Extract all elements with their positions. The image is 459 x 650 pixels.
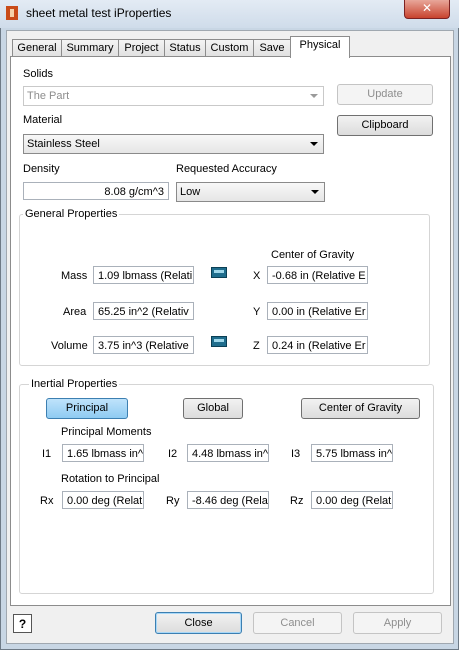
density-label: Density <box>23 163 60 175</box>
accuracy-label: Requested Accuracy <box>176 163 277 175</box>
z-field[interactable]: 0.24 in (Relative Er <box>267 336 368 354</box>
mass-label: Mass <box>61 270 88 282</box>
i1-field[interactable]: 1.65 lbmass in^ <box>62 444 144 462</box>
tab-general[interactable]: General <box>12 39 62 57</box>
principal-button[interactable]: Principal <box>46 398 128 419</box>
tab-custom[interactable]: Custom <box>205 39 254 57</box>
physical-tab-panel: Solids The Part Update Material Stainles… <box>10 56 451 606</box>
global-button[interactable]: Global <box>183 398 243 419</box>
i2-field[interactable]: 4.48 lbmass in^ <box>187 444 269 462</box>
ry-label: Ry <box>166 495 180 507</box>
z-label: Z <box>253 340 260 352</box>
area-label: Area <box>63 306 87 318</box>
chevron-down-icon <box>311 190 319 194</box>
principal-moments-title: Principal Moments <box>61 426 152 438</box>
mass-field[interactable]: 1.09 lbmass (Relati <box>93 266 194 284</box>
material-combo[interactable]: Stainless Steel <box>23 134 324 154</box>
inventor-app-icon <box>6 6 18 20</box>
rx-field[interactable]: 0.00 deg (Relat <box>62 491 144 509</box>
chevron-down-icon <box>310 142 318 146</box>
i1-label: I1 <box>42 448 52 460</box>
tab-physical[interactable]: Physical <box>290 36 350 58</box>
tab-save[interactable]: Save <box>253 39 291 57</box>
update-button[interactable]: Update <box>337 84 433 105</box>
calculator-icon[interactable] <box>211 267 227 278</box>
general-properties-title: General Properties <box>23 208 120 220</box>
dialog-client: General Summary Project Status Custom Sa… <box>6 30 454 644</box>
i3-label: I3 <box>291 448 301 460</box>
clipboard-button[interactable]: Clipboard <box>337 115 433 136</box>
tab-status[interactable]: Status <box>164 39 206 57</box>
window-close-button[interactable]: ✕ <box>404 0 450 19</box>
volume-label: Volume <box>51 340 88 352</box>
rz-field[interactable]: 0.00 deg (Relat <box>311 491 393 509</box>
solids-value: The Part <box>27 90 70 102</box>
solids-label: Solids <box>23 68 53 80</box>
material-value: Stainless Steel <box>27 138 100 150</box>
x-field[interactable]: -0.68 in (Relative E <box>267 266 368 284</box>
area-field[interactable]: 65.25 in^2 (Relativ <box>93 302 194 320</box>
tab-summary[interactable]: Summary <box>61 39 119 57</box>
center-of-gravity-button[interactable]: Center of Gravity <box>301 398 420 419</box>
y-field[interactable]: 0.00 in (Relative Er <box>267 302 368 320</box>
help-icon[interactable]: ? <box>13 614 32 633</box>
solids-combo[interactable]: The Part <box>23 86 324 106</box>
i2-label: I2 <box>168 448 178 460</box>
tab-project[interactable]: Project <box>118 39 165 57</box>
window-title: sheet metal test iProperties <box>26 6 172 20</box>
material-label: Material <box>23 114 63 126</box>
close-button[interactable]: Close <box>155 612 242 634</box>
y-label: Y <box>253 306 261 318</box>
x-label: X <box>253 270 261 282</box>
rotation-to-principal-title: Rotation to Principal <box>61 473 160 485</box>
i3-field[interactable]: 5.75 lbmass in^ <box>311 444 393 462</box>
cancel-button[interactable]: Cancel <box>253 612 342 634</box>
density-field[interactable]: 8.08 g/cm^3 <box>23 182 169 200</box>
accuracy-value: Low <box>180 186 201 198</box>
inertial-properties-title: Inertial Properties <box>29 378 120 390</box>
rz-label: Rz <box>290 495 304 507</box>
apply-button[interactable]: Apply <box>353 612 442 634</box>
ry-field[interactable]: -8.46 deg (Rela <box>187 491 269 509</box>
volume-field[interactable]: 3.75 in^3 (Relative <box>93 336 194 354</box>
calculator-icon[interactable] <box>211 336 227 347</box>
chevron-down-icon <box>310 94 318 98</box>
center-of-gravity-title: Center of Gravity <box>271 249 355 261</box>
rx-label: Rx <box>40 495 54 507</box>
accuracy-combo[interactable]: Low <box>176 182 325 202</box>
